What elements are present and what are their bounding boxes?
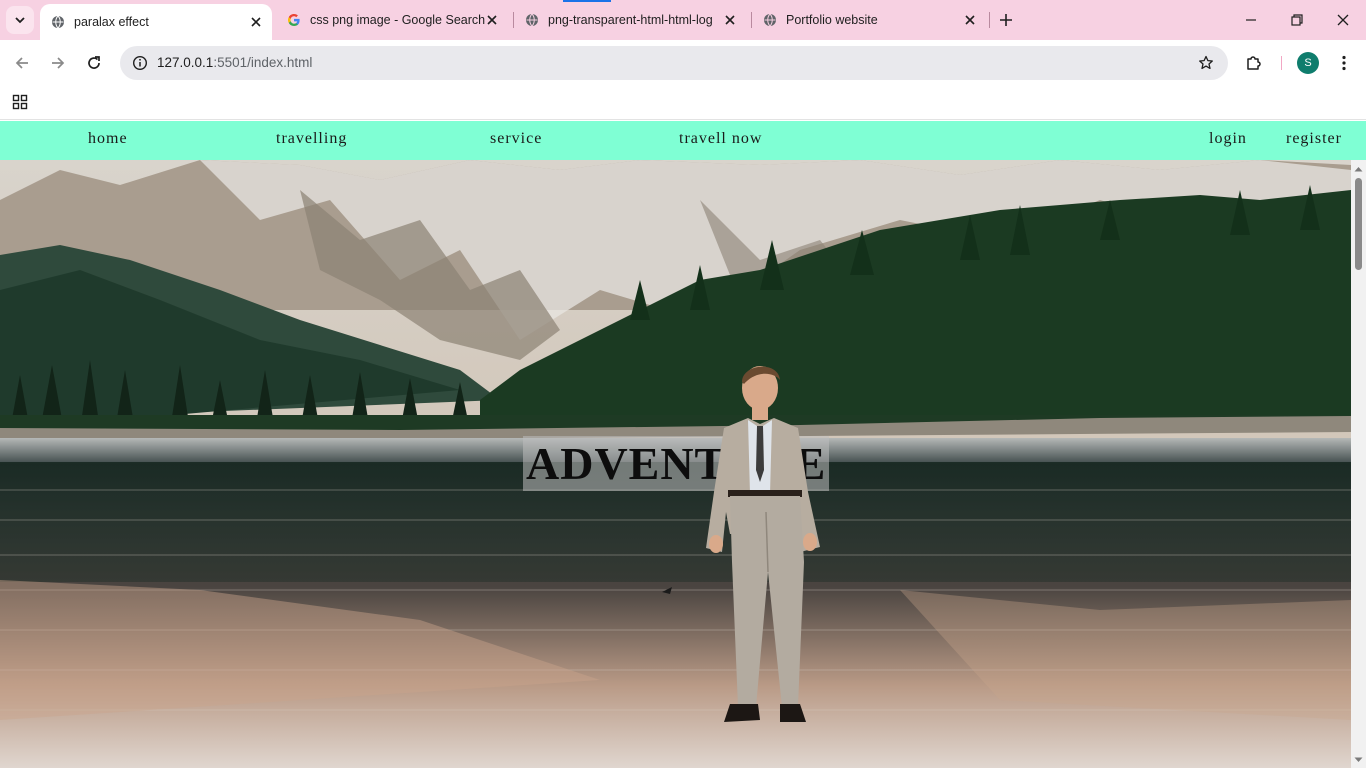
chevron-down-icon xyxy=(15,17,25,24)
nav-link-travell-now[interactable]: travell now xyxy=(679,130,762,148)
reload-icon xyxy=(88,56,100,69)
close-icon[interactable] xyxy=(248,14,264,30)
arrow-left-icon xyxy=(15,57,28,69)
bookmark-star-icon[interactable] xyxy=(1196,53,1216,73)
nav-link-login[interactable]: login xyxy=(1209,130,1247,148)
toolbar-separator xyxy=(1281,56,1282,70)
tab-title: paralax effect xyxy=(74,15,149,29)
close-window-button[interactable] xyxy=(1320,0,1366,40)
minimize-button[interactable] xyxy=(1228,0,1274,40)
more-vert-icon xyxy=(1342,55,1346,71)
close-icon[interactable] xyxy=(722,12,738,28)
nav-link-travelling[interactable]: travelling xyxy=(276,130,347,148)
tab-paralax-effect[interactable]: paralax effect xyxy=(40,4,272,40)
minimize-icon xyxy=(1246,19,1256,21)
profile-avatar[interactable]: S xyxy=(1297,52,1319,74)
google-icon xyxy=(286,12,302,28)
scroll-down-arrow-icon[interactable] xyxy=(1354,755,1363,764)
globe-icon xyxy=(50,14,66,30)
apps-grid-icon[interactable] xyxy=(10,92,30,112)
close-icon[interactable] xyxy=(484,12,500,28)
browser-menu-button[interactable] xyxy=(1332,51,1356,75)
tab-google-search[interactable]: css png image - Google Search xyxy=(276,0,508,40)
globe-icon xyxy=(762,12,778,28)
close-icon[interactable] xyxy=(962,12,978,28)
bookmarks-bar xyxy=(0,86,1366,120)
tab-title: Portfolio website xyxy=(786,13,878,27)
scroll-up-arrow-icon[interactable] xyxy=(1354,164,1363,173)
tab-png-transparent[interactable]: png-transparent-html-html-log xyxy=(514,0,746,40)
page-viewport: home travelling service travell now logi… xyxy=(0,121,1366,768)
arrow-right-icon xyxy=(52,57,65,69)
browser-toolbar: 127.0.0.1:5501/index.html S xyxy=(0,40,1366,86)
extensions-button[interactable] xyxy=(1242,51,1266,75)
nav-link-home[interactable]: home xyxy=(88,130,128,148)
reload-button[interactable] xyxy=(80,49,108,77)
new-tab-button[interactable] xyxy=(994,8,1018,32)
plus-icon xyxy=(1000,14,1012,26)
tab-strip: paralax effect css png image - Google Se… xyxy=(0,0,1366,40)
site-navbar: home travelling service travell now logi… xyxy=(0,121,1366,160)
restore-button[interactable] xyxy=(1274,0,1320,40)
close-icon xyxy=(1337,14,1349,26)
address-bar[interactable]: 127.0.0.1:5501/index.html xyxy=(120,46,1228,80)
back-button[interactable] xyxy=(8,49,36,77)
url-path: :5501/index.html xyxy=(213,55,313,70)
globe-icon xyxy=(524,12,540,28)
url-text[interactable]: 127.0.0.1:5501/index.html xyxy=(157,55,312,70)
forward-button[interactable] xyxy=(44,49,72,77)
man-in-suit-image xyxy=(706,366,820,722)
nav-link-register[interactable]: register xyxy=(1286,130,1342,148)
tab-title: css png image - Google Search xyxy=(310,13,486,27)
nav-link-service[interactable]: service xyxy=(490,130,542,148)
tab-portfolio-website[interactable]: Portfolio website xyxy=(752,0,986,40)
restore-icon xyxy=(1291,14,1303,26)
puzzle-icon xyxy=(1247,56,1261,70)
tab-separator xyxy=(989,12,990,28)
scrollbar-thumb[interactable] xyxy=(1355,178,1362,270)
tab-title: png-transparent-html-html-log xyxy=(548,13,713,27)
tab-search-button[interactable] xyxy=(6,6,34,34)
page-scrollbar[interactable] xyxy=(1351,160,1366,768)
site-info-icon[interactable] xyxy=(128,51,152,75)
hero-section: ADVENTURE xyxy=(0,160,1351,768)
url-host: 127.0.0.1 xyxy=(157,55,214,70)
